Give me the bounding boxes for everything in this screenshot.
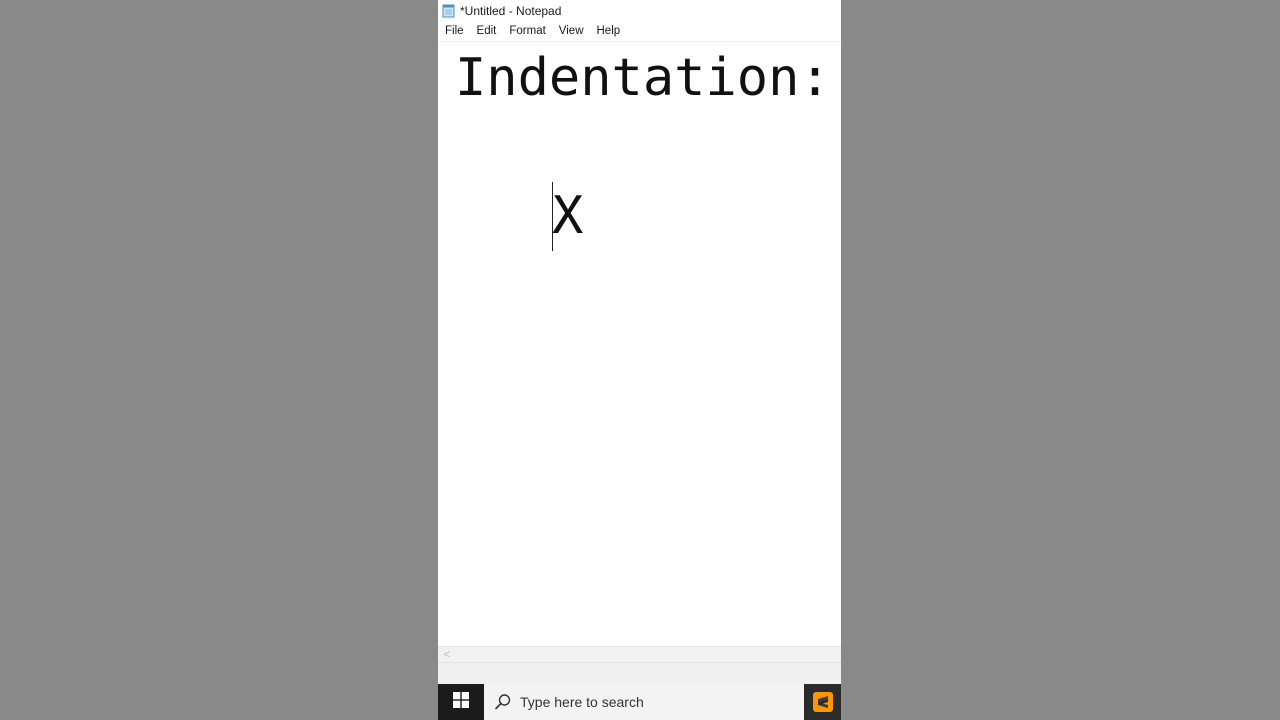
- text-editor-area[interactable]: Indentation: X: [438, 42, 841, 646]
- notepad-icon: [442, 4, 456, 18]
- search-placeholder: Type here to search: [520, 694, 644, 710]
- status-bar: [438, 662, 841, 684]
- editor-line-1: Indentation:: [455, 48, 831, 108]
- search-icon: [494, 693, 512, 711]
- menu-bar: File Edit Format View Help: [438, 22, 841, 42]
- menu-edit[interactable]: Edit: [470, 22, 503, 41]
- horizontal-scrollbar[interactable]: <: [438, 646, 841, 663]
- menu-file[interactable]: File: [438, 22, 470, 41]
- menu-view[interactable]: View: [552, 22, 590, 41]
- taskbar: Type here to search: [438, 684, 841, 720]
- windows-logo-icon: [452, 691, 469, 713]
- taskbar-sublime-text[interactable]: [804, 684, 841, 720]
- title-bar[interactable]: *Untitled - Notepad: [438, 0, 841, 22]
- taskbar-search-box[interactable]: Type here to search: [484, 684, 804, 720]
- editor-line-2: X: [552, 186, 584, 246]
- notepad-window: *Untitled - Notepad File Edit Format Vie…: [438, 0, 841, 684]
- menu-help[interactable]: Help: [590, 22, 627, 41]
- scroll-left-arrow-icon[interactable]: <: [441, 648, 453, 662]
- start-button[interactable]: [438, 684, 483, 720]
- sublime-text-icon: [812, 692, 833, 712]
- menu-format[interactable]: Format: [502, 22, 551, 41]
- window-title: *Untitled - Notepad: [460, 4, 562, 18]
